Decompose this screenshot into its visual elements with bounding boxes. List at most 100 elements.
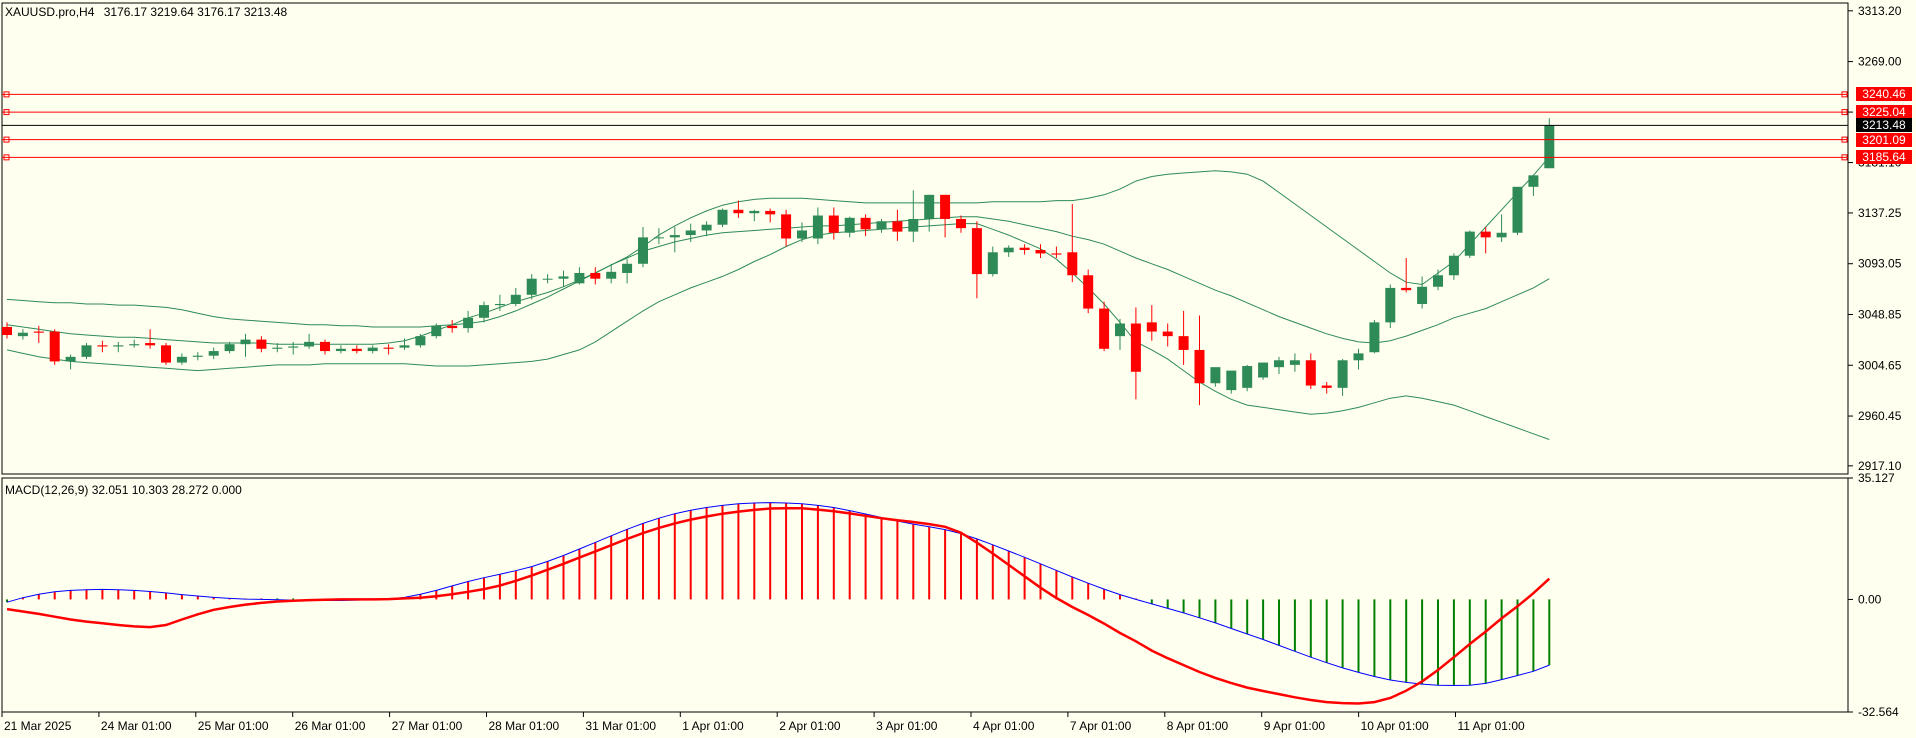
candle-body [335, 348, 346, 352]
x-tick-label: 9 Apr 01:00 [1264, 719, 1326, 733]
macd-line [6, 502, 1550, 687]
macd-tick-label: 0.00 [1858, 592, 1882, 606]
candle-body [1099, 308, 1110, 349]
candle-body [1464, 231, 1475, 256]
candle-body [1544, 125, 1555, 169]
ohlc-readout: 3176.17 3219.64 3176.17 3213.48 [103, 5, 288, 19]
candle-body [383, 347, 394, 349]
candle-body [1194, 349, 1205, 384]
price-chart-title: XAUUSD.pro,H4 3176.17 3219.64 3176.17 32… [5, 5, 287, 19]
candle-body [224, 344, 235, 352]
candle-body [399, 345, 410, 348]
price-tick-label: 3048.85 [1858, 307, 1902, 321]
candle-body [479, 305, 489, 318]
price-level-label: 3201.09 [1856, 132, 1912, 147]
candle-body [145, 343, 156, 346]
candle-body [1035, 249, 1046, 254]
candle-body [1051, 253, 1062, 255]
x-tick-label: 3 Apr 01:00 [876, 719, 938, 733]
candle-body [415, 336, 426, 346]
candle-body [304, 341, 315, 347]
macd-pane-frame [1, 477, 1849, 713]
x-tick-label: 31 Mar 01:00 [585, 719, 656, 733]
price-tick-label: 3093.05 [1858, 257, 1902, 271]
candle-body [940, 194, 951, 219]
x-tick-label: 26 Mar 01:00 [295, 719, 366, 733]
candle-body [860, 217, 871, 230]
candle-body [1512, 186, 1523, 233]
signal-line [6, 506, 1551, 705]
candle-body [161, 345, 171, 363]
candle-body [574, 272, 585, 284]
candle-body [908, 218, 919, 232]
price-tick-label: 3313.20 [1858, 4, 1902, 18]
candle-body [1321, 385, 1332, 388]
price-tick-label: 3004.65 [1858, 358, 1902, 372]
macd-title: MACD(12,26,9) 32.051 10.303 28.272 0.000 [5, 483, 242, 497]
candle-body [638, 237, 648, 264]
candle-body [367, 347, 378, 352]
x-tick-label: 21 Mar 2025 [4, 719, 72, 733]
candle-body [129, 344, 140, 346]
candle-body [463, 317, 474, 329]
candle-body [590, 272, 601, 279]
macd-tick-label: 35.127 [1858, 471, 1895, 485]
candle-body [1162, 331, 1173, 337]
candle-body [844, 217, 855, 233]
candle-body [669, 235, 680, 238]
candle-body [1115, 323, 1125, 337]
candle-body [1067, 252, 1078, 276]
candle-body [1353, 353, 1364, 361]
candle-body [653, 237, 664, 239]
candle-body [17, 332, 28, 337]
candle-body [1369, 322, 1380, 353]
symbol-label: XAUUSD.pro,H4 [5, 5, 95, 19]
candle-body [781, 214, 792, 239]
candle-body [65, 356, 76, 362]
candle-body [558, 276, 569, 279]
macd-tick-label: -32.564 [1858, 705, 1899, 719]
x-tick-label: 28 Mar 01:00 [489, 719, 560, 733]
candle-body [701, 224, 712, 231]
trading-chart: 3313.203269.003225.043181.103137.253093.… [0, 0, 1916, 738]
x-tick-label: 4 Apr 01:00 [973, 719, 1035, 733]
price-level-label: 3185.64 [1856, 150, 1912, 165]
price-tick-label: 2960.45 [1858, 409, 1902, 423]
candle-body [49, 331, 60, 362]
x-tick-label: 25 Mar 01:00 [198, 719, 269, 733]
candle-body [971, 228, 982, 275]
candle-body [733, 209, 744, 214]
candle-body [892, 221, 903, 232]
candle-body [1178, 336, 1189, 350]
candle-body [1242, 366, 1253, 388]
x-tick-label: 1 Apr 01:00 [682, 719, 744, 733]
candle-body [272, 347, 283, 349]
candle-body [606, 271, 617, 279]
x-tick-label: 11 Apr 01:00 [1458, 719, 1525, 733]
candle-body [431, 325, 442, 337]
candle-body [288, 346, 299, 348]
candle-body [240, 339, 251, 345]
x-tick-label: 27 Mar 01:00 [392, 719, 463, 733]
candle-body [1401, 287, 1412, 291]
price-level-label: 3240.46 [1856, 87, 1912, 102]
candle-body [1003, 247, 1014, 253]
price-tick-label: 3269.00 [1858, 55, 1902, 69]
candle-body [447, 325, 458, 329]
bollinger-middle-band [6, 216, 1550, 345]
candle-body [685, 230, 696, 236]
candle-body [542, 278, 553, 280]
x-tick-label: 24 Mar 01:00 [101, 719, 172, 733]
candle-body [812, 215, 823, 239]
price-tick-label: 3137.25 [1858, 206, 1902, 220]
candle-body [33, 331, 44, 333]
candle-body [956, 218, 966, 229]
candle-body [208, 351, 219, 356]
candle-body [192, 355, 203, 357]
candle-body [113, 345, 124, 347]
candle-body [97, 345, 108, 347]
candle-body [1480, 231, 1491, 238]
candle-body [1289, 360, 1300, 365]
x-tick-label: 2 Apr 01:00 [779, 719, 841, 733]
x-tick-label: 8 Apr 01:00 [1167, 719, 1229, 733]
